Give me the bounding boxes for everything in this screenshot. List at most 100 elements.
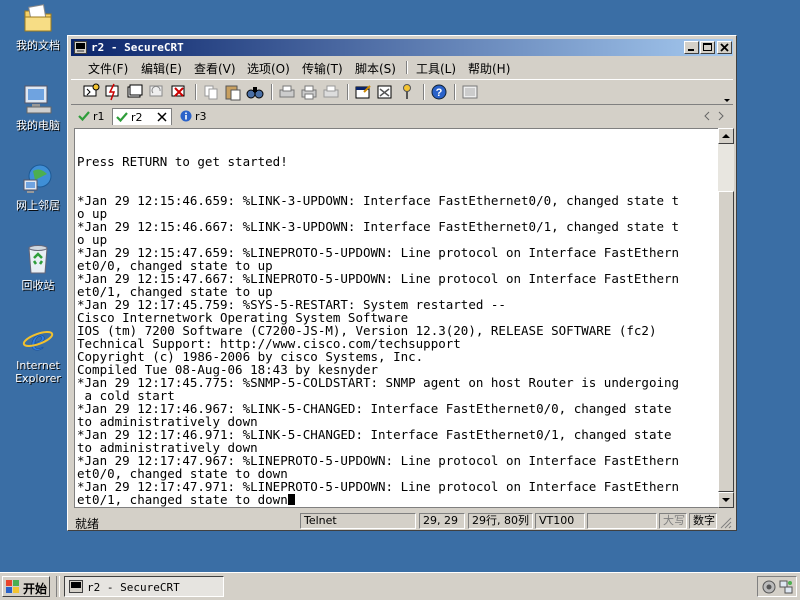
menu-options[interactable]: 选项(O) [247, 60, 290, 77]
print-icon[interactable] [322, 83, 340, 101]
check-icon [78, 110, 90, 125]
svg-text:?: ? [436, 87, 443, 99]
menu-tools[interactable]: 工具(L) [416, 60, 456, 77]
desktop-icon-label: 回收站 [21, 279, 55, 292]
title-bar[interactable]: r2 - SecureCRT [71, 39, 733, 56]
global-options-icon[interactable] [376, 83, 394, 101]
status-ready: 就绪 [75, 517, 100, 531]
quick-connect-icon[interactable] [104, 83, 122, 101]
status-emulation: VT100 [535, 513, 585, 529]
sftp-icon[interactable] [461, 83, 479, 101]
tray-network-icon[interactable] [779, 580, 793, 597]
desktop-icon-label: Internet Explorer [15, 359, 61, 385]
help-icon[interactable]: ? [430, 83, 448, 101]
terminal-line: *Jan 29 12:15:46.667: %LINK-3-UPDOWN: In… [77, 219, 680, 234]
tray-speaker-icon[interactable] [762, 580, 776, 597]
desktop-icon-my-computer[interactable]: 我的电脑 [6, 82, 70, 132]
toolbar-separator [454, 84, 456, 100]
taskbar: 开始 r2 - SecureCRT [0, 572, 800, 600]
menu-file[interactable]: 文件(F) [88, 60, 128, 77]
taskbar-separator [56, 576, 60, 597]
tab-scroll-right-icon[interactable] [717, 110, 725, 124]
toolbar-separator [423, 84, 425, 100]
status-num: 数字 [689, 513, 717, 529]
desktop-icon-internet-explorer[interactable]: e Internet Explorer [6, 321, 70, 385]
minimize-icon [688, 49, 694, 51]
terminal-line: *Jan 29 12:15:46.659: %LINK-3-UPDOWN: In… [77, 193, 680, 208]
tab-label: r2 [131, 111, 143, 124]
tab-r2[interactable]: r2 [112, 108, 172, 125]
status-bar: 就绪 Telnet 29, 29 29行, 80列 VT100 大写 数字 [71, 512, 733, 532]
toolbar-overflow-icon[interactable] [723, 93, 731, 107]
text-cursor [287, 494, 295, 505]
tab-close-icon[interactable] [157, 112, 167, 125]
maximize-icon [703, 43, 712, 51]
terminal-scrollbar[interactable] [718, 128, 734, 508]
session-options-icon[interactable] [354, 83, 372, 101]
toolbar-separator [195, 84, 197, 100]
menu-help[interactable]: 帮助(H) [468, 60, 510, 77]
terminal-output[interactable]: Press RETURN to get started! *Jan 29 12:1… [74, 128, 718, 508]
minimize-button[interactable] [684, 41, 699, 54]
arrow-up-icon [722, 134, 730, 138]
status-protocol: Telnet [300, 513, 416, 529]
system-tray [757, 576, 797, 597]
reconnect-icon[interactable] [148, 83, 166, 101]
print-setup-icon[interactable] [278, 83, 296, 101]
securecrt-app-icon[interactable] [74, 41, 87, 54]
paste-icon[interactable] [224, 83, 242, 101]
desktop-icon-recycle-bin[interactable]: 回收站 [6, 242, 70, 292]
menu-view[interactable]: 查看(V) [194, 60, 236, 77]
status-caps: 大写 [659, 513, 687, 529]
status-cursor-position: 29, 29 [419, 513, 465, 529]
scroll-up-button[interactable] [718, 128, 734, 144]
desktop-icon-my-documents[interactable]: 我的文档 [6, 2, 70, 52]
desktop-icon-network-places[interactable]: 网上邻居 [6, 162, 70, 212]
menu-separator [406, 61, 408, 74]
securecrt-window[interactable]: r2 - SecureCRT 文件(F) 编辑(E) 查看(V) 选项(O) 传… [67, 35, 737, 531]
menu-transfer[interactable]: 传输(T) [302, 60, 343, 77]
my-computer-icon [21, 82, 55, 116]
taskbar-securecrt-button[interactable]: r2 - SecureCRT [64, 576, 224, 597]
scroll-down-button[interactable] [718, 492, 734, 508]
menu-edit[interactable]: 编辑(E) [141, 60, 182, 77]
scroll-thumb[interactable] [718, 191, 734, 492]
menu-bar: 文件(F) 编辑(E) 查看(V) 选项(O) 传输(T) 脚本(S) 工具(L… [71, 58, 733, 76]
disconnect-icon[interactable] [170, 83, 188, 101]
start-label: 开始 [23, 582, 48, 596]
keymap-icon[interactable] [398, 83, 416, 101]
recycle-bin-icon [21, 242, 55, 276]
close-button[interactable] [717, 41, 732, 54]
start-button[interactable]: 开始 [2, 576, 50, 597]
my-documents-icon [21, 2, 55, 36]
info-icon [180, 110, 192, 125]
terminal-line: Press RETURN to get started! [77, 154, 288, 169]
session-tabs: r1 r2 r3 [71, 106, 733, 126]
terminal-line: et0/1, changed state to down [77, 493, 295, 506]
close-icon [720, 43, 729, 52]
tab-r3[interactable]: r3 [177, 108, 213, 125]
menu-script[interactable]: 脚本(S) [355, 60, 396, 77]
status-size: 29行, 80列 [468, 513, 533, 529]
svg-text:e: e [31, 322, 45, 356]
arrow-down-icon [722, 498, 730, 502]
check-icon [116, 111, 128, 126]
resize-grip-icon[interactable] [720, 517, 732, 532]
tab-scroll-left-icon[interactable] [703, 110, 711, 124]
desktop-icon-label: 我的文档 [16, 39, 60, 52]
tab-label: r1 [93, 110, 105, 123]
toolbar: ? [71, 79, 733, 105]
toolbar-separator [271, 84, 273, 100]
securecrt-app-icon [69, 580, 83, 596]
copy-icon[interactable] [202, 83, 220, 101]
print-selection-icon[interactable] [300, 83, 318, 101]
desktop-icon-label: 我的电脑 [16, 119, 60, 132]
network-places-icon [21, 162, 55, 196]
tab-r1[interactable]: r1 [75, 108, 111, 125]
find-icon[interactable] [246, 83, 264, 101]
tab-label: r3 [195, 110, 207, 123]
connect-icon[interactable] [82, 83, 100, 101]
maximize-button[interactable] [700, 41, 715, 54]
status-empty [587, 513, 657, 529]
connect-tab-icon[interactable] [126, 83, 144, 101]
